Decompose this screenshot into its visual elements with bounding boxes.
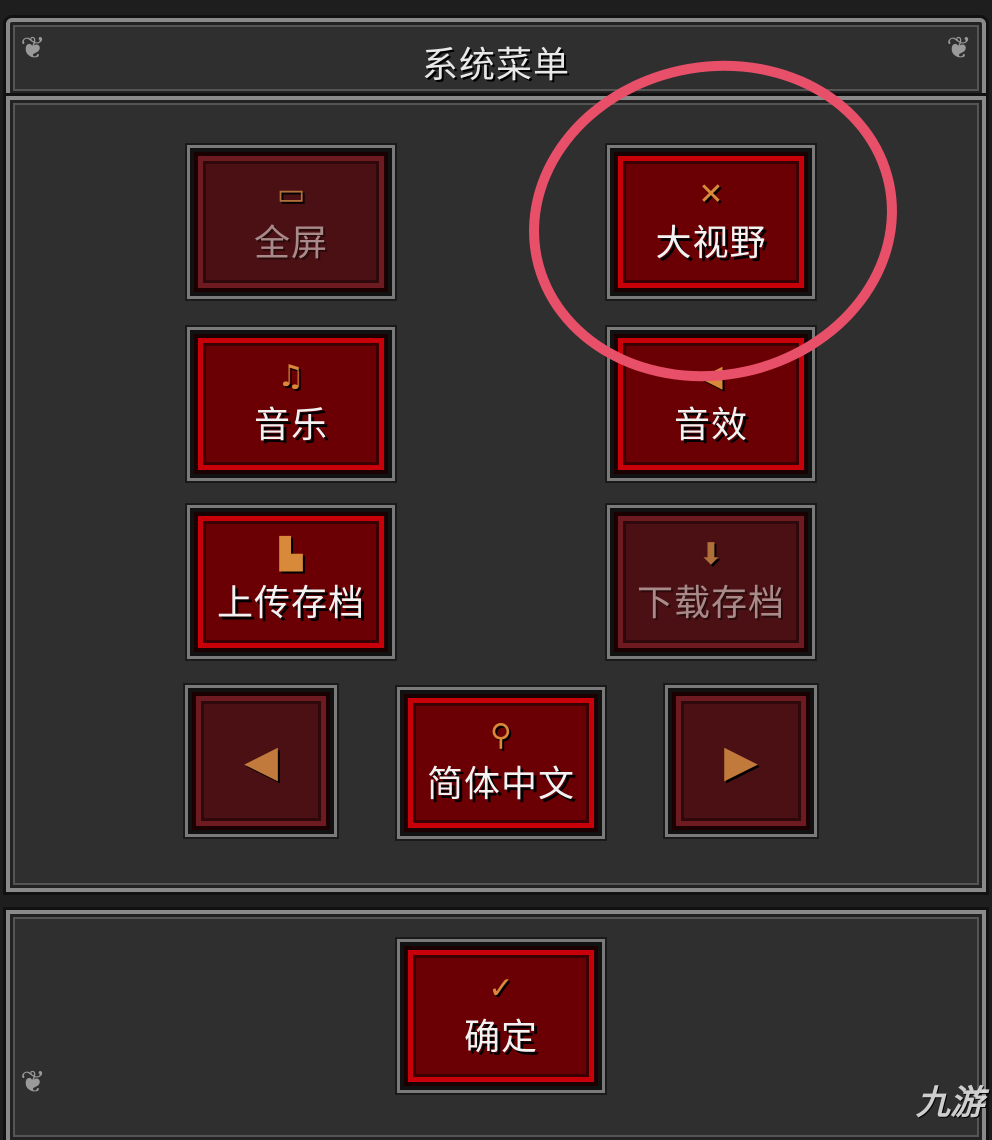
upload-save-label: 上传存档 (216, 583, 365, 624)
fullscreen-label: 全屏 (253, 223, 328, 264)
corner-ornament-right-icon: ❦ (946, 31, 972, 66)
music-button[interactable]: ♫ 音乐 (190, 330, 392, 478)
down-arrow-icon: ⬇ (698, 537, 724, 572)
language-label: 简体中文 (426, 764, 575, 805)
menu-title-bar: ❦ 系统菜单 ❦ (6, 18, 986, 98)
document-icon: ▙ (279, 537, 303, 572)
globe-icon: ⚲ (490, 718, 512, 753)
upload-save-button[interactable]: ▙ 上传存档 (190, 508, 392, 656)
download-save-button[interactable]: ⬇ 下载存档 (610, 508, 812, 656)
next-language-button[interactable]: ▶ (668, 688, 814, 834)
confirm-label: 确定 (463, 1017, 538, 1058)
prev-language-button[interactable]: ◀ (188, 688, 334, 834)
menu-title: 系统菜单 (421, 45, 570, 86)
sound-effects-label: 音效 (673, 405, 748, 446)
corner-ornament-bottom-left-icon: ❦ (20, 1065, 46, 1100)
wide-view-button[interactable]: ✕ 大视野 (610, 148, 812, 296)
x-cross-icon: ✕ (698, 177, 724, 212)
fullscreen-button[interactable]: ▭ 全屏 (190, 148, 392, 296)
speaker-icon: ◀ (699, 359, 723, 394)
music-label: 音乐 (253, 405, 328, 446)
watermark-text: 九游 (916, 1083, 984, 1123)
sound-effects-button[interactable]: ◀ 音效 (610, 330, 812, 478)
watermark-logo: 九游 (916, 1075, 984, 1124)
window-icon: ▭ (276, 177, 306, 212)
left-arrow-icon: ◀ (244, 735, 278, 787)
confirm-button[interactable]: ✓ 确定 (400, 942, 602, 1090)
wide-view-label: 大视野 (655, 223, 767, 264)
checkmark-icon: ✓ (488, 971, 514, 1006)
language-button[interactable]: ⚲ 简体中文 (400, 690, 602, 836)
right-arrow-icon: ▶ (724, 735, 758, 787)
music-note-icon: ♫ (277, 359, 305, 394)
download-save-label: 下载存档 (636, 583, 785, 624)
